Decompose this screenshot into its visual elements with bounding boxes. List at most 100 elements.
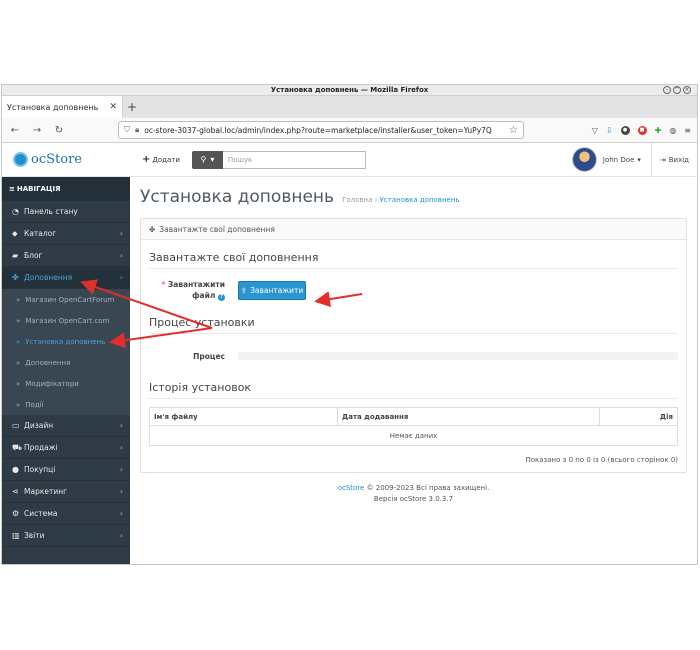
reload-icon[interactable]: ↻ <box>52 125 66 136</box>
globe-icon[interactable]: ◍ <box>669 126 676 135</box>
upload-icon: ⇪ <box>240 285 248 295</box>
back-icon[interactable]: ← <box>8 125 22 136</box>
sidebar-item-label: Маркетинг <box>24 487 68 496</box>
footer-brand-link[interactable]: ocStore <box>338 484 365 492</box>
window-title: Установка доповнень — Mozilla Firefox <box>270 86 429 94</box>
progress-label: Процес <box>193 351 225 361</box>
sidebar-subitem-opencartforum[interactable]: » Магазин OpenCartForum <box>2 289 130 310</box>
sidebar-subitem-label: Установка доповнень <box>25 337 106 346</box>
extension-icon[interactable]: ● <box>620 125 630 135</box>
url-bar[interactable]: ⛉ 🔒︎ oc-store-3037-global.loc/admin/inde… <box>118 121 524 139</box>
sidebar-item-label: Звіти <box>24 531 45 540</box>
sidebar-subitem-label: Модифікатори <box>25 379 79 388</box>
sidebar-item-extensions[interactable]: ✤ Доповнення › <box>2 267 130 289</box>
angle-icon: » <box>16 337 21 346</box>
sidebar-item-reports[interactable]: ▥ Звіти › <box>2 525 130 547</box>
sidebar-item-label: Блог <box>24 251 43 260</box>
sidebar-subitem-modifications[interactable]: » Модифікатори <box>2 373 130 394</box>
close-tab-icon[interactable]: ✕ <box>109 102 117 112</box>
logo-mark-icon <box>13 152 28 167</box>
column-date[interactable]: Дата додавання <box>337 407 600 426</box>
bookmark-star-icon[interactable]: ☆ <box>509 125 518 136</box>
sidebar-subitem-extensions[interactable]: » Доповнення <box>2 352 130 373</box>
maximize-icon[interactable]: ^ <box>673 86 681 94</box>
monitor-icon: ▭ <box>12 421 20 430</box>
breadcrumb-current[interactable]: Установка доповнень <box>380 196 460 204</box>
minimize-icon[interactable]: – <box>663 86 671 94</box>
sidebar-item-label: Доповнення <box>24 273 73 282</box>
upload-button[interactable]: ⇪ Завантажити <box>238 280 306 300</box>
forward-icon[interactable]: → <box>30 125 44 136</box>
sidebar-subitem-events[interactable]: » Події <box>2 394 130 415</box>
sidebar-subitem-label: Події <box>25 400 44 409</box>
chevron-right-icon: › <box>119 421 123 430</box>
sidebar-item-system[interactable]: ⚙ Система › <box>2 503 130 525</box>
user-menu[interactable]: John Doe ▾ <box>603 156 641 164</box>
sidebar-item-catalog[interactable]: ⬥ Каталог › <box>2 223 130 245</box>
nav-header: ≡ НАВІГАЦІЯ <box>2 177 130 201</box>
logout-button[interactable]: ⇥ Вихід <box>650 142 697 177</box>
menu-icon[interactable]: ≡ <box>684 126 691 135</box>
sidebar-subitem-opencart-com[interactable]: » Магазин OpenCart.com <box>2 310 130 331</box>
chevron-down-icon: › <box>119 273 123 282</box>
shield-icon[interactable]: ⛉ <box>124 125 130 135</box>
adblock-icon[interactable]: ■ <box>637 125 647 135</box>
sidebar-item-label: Система <box>24 509 58 518</box>
cart-icon: ⛟ <box>12 442 23 452</box>
breadcrumb: Головна › Установка доповнень <box>342 196 459 204</box>
search-icon: ⚲ <box>200 155 207 164</box>
nav-title: НАВІГАЦІЯ <box>16 185 61 193</box>
add-button[interactable]: + Додати <box>134 154 188 165</box>
pocket-icon[interactable]: ▽ <box>592 126 598 135</box>
column-action: Дія <box>599 407 678 426</box>
sidebar-item-label: Панель стану <box>24 207 78 216</box>
puzzle-extension-icon[interactable]: ✚ <box>655 126 662 135</box>
angle-icon: » <box>16 379 21 388</box>
main-content: Установка доповнень Головна › Установка … <box>130 177 697 564</box>
new-tab-icon[interactable]: + <box>123 96 141 118</box>
angle-icon: » <box>16 316 21 325</box>
sidebar-item-blog[interactable]: ▰ Блог › <box>2 245 130 267</box>
search-filter-button[interactable]: ⚲ ▾ <box>191 150 223 169</box>
footer-copyright: © 2009-2023 Всі права захищені. <box>366 484 490 492</box>
sidebar-subitem-installer[interactable]: » Установка доповнень <box>2 331 130 352</box>
sidebar-subitem-label: Магазин OpenCart.com <box>25 316 110 325</box>
chevron-right-icon: › <box>119 487 123 496</box>
sidebar-item-sales[interactable]: ⛟ Продажі › <box>2 437 130 459</box>
sidebar-item-label: Дизайн <box>24 421 54 430</box>
panel-heading-text: Завантажте свої доповнення <box>159 224 275 234</box>
pagination-info: Показано з 0 по 0 із 0 (всього сторінок … <box>525 456 678 464</box>
chevron-right-icon: › <box>119 509 123 518</box>
progress-row: Процес <box>149 342 678 370</box>
help-icon[interactable]: ? <box>218 294 225 301</box>
book-icon: ▰ <box>12 251 19 260</box>
logo-text: ocStore <box>31 152 82 167</box>
user-name: John Doe <box>602 155 635 164</box>
section-history-title: Історія установок <box>149 376 678 399</box>
column-filename[interactable]: Ім'я файлу <box>149 407 338 426</box>
chevron-right-icon: › <box>119 465 123 474</box>
tab-title: Установка доповнень <box>7 102 99 112</box>
plus-icon: + <box>142 154 151 165</box>
sidebar-item-marketing[interactable]: ⋖ Маркетинг › <box>2 481 130 503</box>
angle-icon: » <box>16 358 21 367</box>
firefox-window: Установка доповнень — Mozilla Firefox – … <box>1 84 698 565</box>
sidebar-item-design[interactable]: ▭ Дизайн › <box>2 415 130 437</box>
avatar[interactable] <box>571 147 597 172</box>
lock-icon[interactable]: 🔒︎ <box>135 125 139 135</box>
tab-strip: Установка доповнень ✕ + <box>2 96 697 118</box>
search-input[interactable]: Пошук <box>222 150 366 169</box>
breadcrumb-home[interactable]: Головна <box>342 196 372 204</box>
browser-tab[interactable]: Установка доповнень ✕ <box>2 96 123 118</box>
sidebar-item-dashboard[interactable]: ◔ Панель стану <box>2 201 130 223</box>
sidebar: ≡ НАВІГАЦІЯ ◔ Панель стану ⬥ Каталог › ▰ Бло… <box>2 177 130 564</box>
sidebar-item-label: Покупці <box>24 465 56 474</box>
logout-label: Вихід <box>668 155 689 164</box>
search-group: ⚲ ▾ Пошук <box>191 150 366 169</box>
logo[interactable]: ocStore <box>2 143 130 177</box>
section-progress-title: Процес установки <box>149 311 678 334</box>
sidebar-item-customers[interactable]: ● Покупці › <box>2 459 130 481</box>
close-window-icon[interactable]: × <box>683 86 691 94</box>
downloads-icon[interactable]: ⇩ <box>606 126 613 135</box>
required-marker: * <box>161 280 166 289</box>
